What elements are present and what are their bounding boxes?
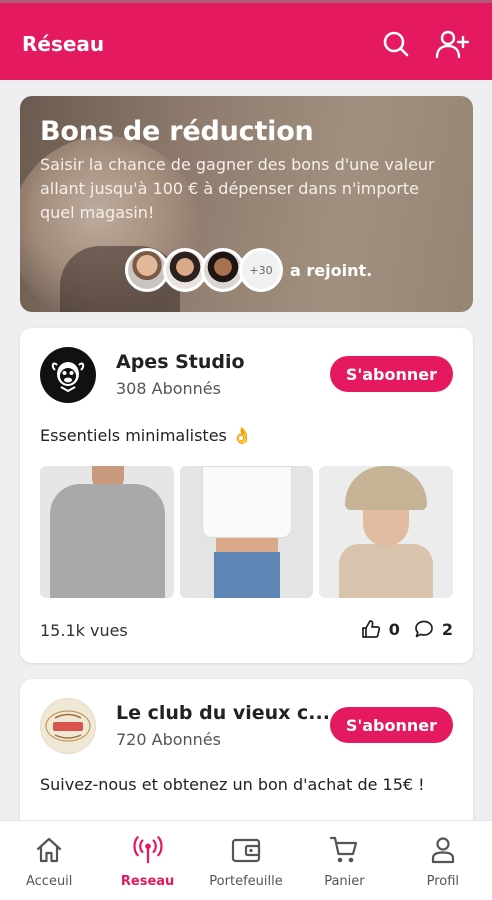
top-app-bar: Réseau (0, 8, 492, 80)
nav-home[interactable]: Acceuil (0, 821, 98, 900)
joined-avatars: +30 (125, 248, 283, 292)
like-count: 0 (388, 619, 400, 639)
post-text: Essentiels minimalistes 👌 (40, 426, 252, 445)
nav-label: Panier (324, 874, 365, 889)
post-card: Le club du vieux c... 720 Abonnés S'abon… (20, 679, 473, 829)
home-icon (37, 837, 62, 863)
cart-icon (330, 836, 358, 863)
brand-name[interactable]: Le club du vieux c... (116, 702, 330, 724)
brand-name[interactable]: Apes Studio (116, 351, 245, 373)
bottom-navigation: Acceuil Reseau Portefeuille Panier Profi… (0, 820, 492, 900)
nav-label: Reseau (120, 874, 175, 889)
nav-cart[interactable]: Panier (295, 821, 393, 900)
network-icon (133, 836, 163, 864)
product-photo-grey-polo[interactable] (40, 466, 174, 598)
like-button[interactable] (361, 619, 381, 639)
comment-button[interactable] (414, 619, 434, 639)
wallet-icon (231, 838, 261, 863)
nav-wallet[interactable]: Portefeuille (197, 821, 295, 900)
subscribe-button[interactable]: S'abonner (329, 356, 453, 392)
post-stats: 0 2 (361, 619, 453, 639)
thumbs-up-icon (361, 620, 380, 638)
ape-logo-icon (51, 362, 85, 393)
view-count: 15.1k vues (40, 621, 128, 640)
product-photo-white-crop-top[interactable] (179, 466, 314, 598)
page-title: Réseau (22, 32, 105, 56)
post-card: Apes Studio 308 Abonnés S'abonner Essent… (20, 328, 473, 663)
joined-label: a rejoint. (290, 261, 373, 280)
search-button[interactable] (378, 26, 414, 62)
promo-description: Saisir la chance de gagner des bons d'un… (40, 155, 435, 222)
post-image-gallery (40, 466, 454, 598)
comment-count: 2 (441, 619, 453, 639)
follower-count: 308 Abonnés (116, 379, 221, 398)
add-friend-button[interactable] (434, 26, 470, 62)
comment-icon (415, 620, 433, 638)
nav-label: Acceuil (25, 874, 73, 889)
follower-count: 720 Abonnés (116, 730, 221, 749)
post-text: Suivez-nous et obtenez un bon d'achat de… (40, 775, 425, 794)
add-user-icon (435, 30, 469, 59)
status-bar (0, 0, 492, 8)
discount-promo-banner[interactable]: Bons de réduction Saisir la chance de ga… (20, 96, 473, 312)
nav-profile[interactable]: Profil (394, 821, 492, 900)
subscribe-button[interactable]: S'abonner (329, 707, 453, 743)
brand-logo[interactable] (40, 347, 96, 403)
brand-logo[interactable] (40, 698, 96, 754)
nav-network[interactable]: Reseau (98, 821, 196, 900)
nav-label: Profil (426, 874, 460, 889)
more-members-count: +30 (239, 248, 283, 292)
product-photo-bucket-hat[interactable] (319, 466, 454, 598)
search-icon (383, 31, 409, 57)
promo-title: Bons de réduction (40, 116, 314, 147)
club-logo-icon (45, 710, 91, 742)
nav-label: Portefeuille (209, 874, 283, 889)
profile-icon (431, 837, 454, 864)
